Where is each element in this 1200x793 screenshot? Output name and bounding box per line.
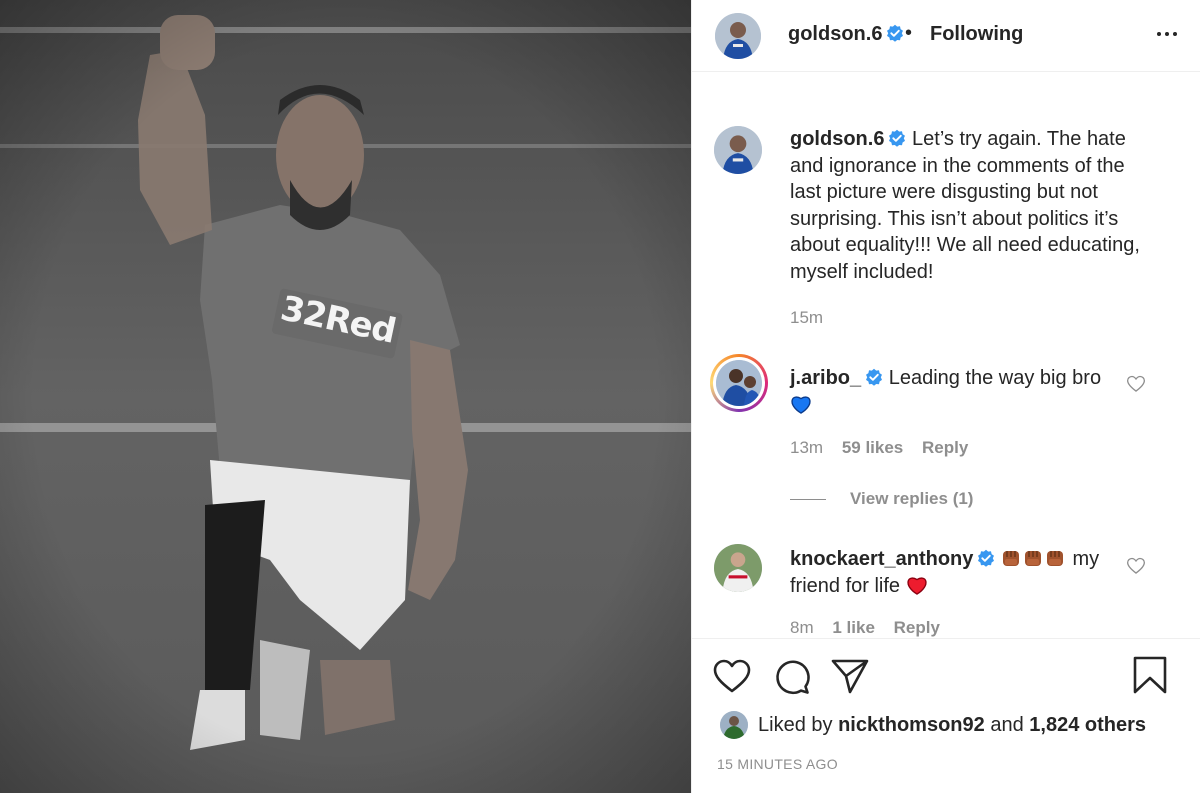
verified-badge-icon: [866, 368, 883, 386]
comment-1-reply-button[interactable]: Reply: [922, 438, 968, 457]
author-avatar[interactable]: [715, 13, 761, 59]
raised-fist-icon: [1002, 551, 1019, 566]
post-side-panel: goldson.6 • Following goldson.6 Let’s tr…: [691, 0, 1200, 793]
likes-middle: and: [990, 713, 1024, 736]
commenter-avatar[interactable]: [714, 544, 762, 592]
post-header: goldson.6 • Following: [692, 0, 1200, 72]
caption-time: 15m: [790, 308, 824, 327]
liker-username[interactable]: nickthomson92: [838, 714, 985, 737]
comment-1-meta: 13m 59 likes Reply: [790, 438, 968, 458]
view-replies-label: View replies (1): [850, 489, 974, 508]
comment-1-username[interactable]: j.aribo_: [790, 367, 861, 389]
raised-fist-icon: [1024, 551, 1041, 566]
caption-author-avatar[interactable]: [714, 126, 762, 174]
likes-prefix: Liked by: [758, 713, 833, 736]
liker-avatar[interactable]: [720, 711, 748, 739]
comment-2-time: 8m: [790, 618, 814, 637]
likes-summary: Liked by nickthomson92 and 1,824 others: [720, 711, 1146, 739]
commenter-avatar-story-ring[interactable]: [710, 354, 768, 412]
caption-username[interactable]: goldson.6: [790, 128, 884, 150]
comment-bubble-icon[interactable]: [772, 657, 812, 697]
comment-1-time: 13m: [790, 438, 824, 457]
comment-2-likes[interactable]: 1 like: [832, 618, 875, 637]
verified-badge-icon: [978, 549, 995, 567]
comment-1-text: Leading the way big bro: [888, 367, 1102, 389]
view-replies-button[interactable]: View replies (1): [790, 489, 973, 509]
raised-fist-icon: [1046, 551, 1063, 566]
red-heart-icon: [907, 577, 927, 595]
comment-2-reply-button[interactable]: Reply: [894, 618, 940, 637]
post-actions: Liked by nickthomson92 and 1,824 others …: [692, 638, 1200, 793]
blue-heart-icon: [791, 396, 811, 414]
comment-2: knockaert_anthony my friend for life: [790, 546, 1120, 599]
comment-2-username[interactable]: knockaert_anthony: [790, 548, 973, 570]
commenter-avatar: [716, 360, 762, 406]
post-image[interactable]: 32Red: [0, 0, 691, 793]
comment-1: j.aribo_ Leading the way big bro: [790, 365, 1120, 418]
view-replies-line: [790, 498, 826, 500]
verified-badge-icon: [889, 129, 906, 147]
heart-outline-icon[interactable]: [712, 657, 752, 697]
bookmark-icon[interactable]: [1130, 655, 1170, 695]
comment-1-like-heart-icon[interactable]: [1126, 374, 1146, 394]
header-separator: •: [905, 22, 913, 44]
ellipsis-icon[interactable]: [1155, 22, 1179, 46]
comment-2-like-heart-icon[interactable]: [1126, 556, 1146, 576]
post-photo-illustration: [0, 0, 691, 793]
verified-badge-icon: [887, 24, 904, 42]
following-button[interactable]: Following: [930, 23, 1023, 46]
paper-plane-icon[interactable]: [830, 656, 870, 696]
post-timestamp[interactable]: 15 MINUTES AGO: [717, 756, 838, 772]
likes-count[interactable]: 1,824 others: [1029, 714, 1146, 737]
author-username[interactable]: goldson.6: [788, 23, 904, 46]
comments-list[interactable]: goldson.6 Let’s try again. The hate and …: [692, 72, 1200, 638]
comment-2-meta: 8m 1 like Reply: [790, 618, 940, 638]
caption-text: Let’s try again. The hate and ignorance …: [790, 128, 1140, 283]
comment-1-likes[interactable]: 59 likes: [842, 438, 903, 457]
caption: goldson.6 Let’s try again. The hate and …: [790, 126, 1160, 285]
